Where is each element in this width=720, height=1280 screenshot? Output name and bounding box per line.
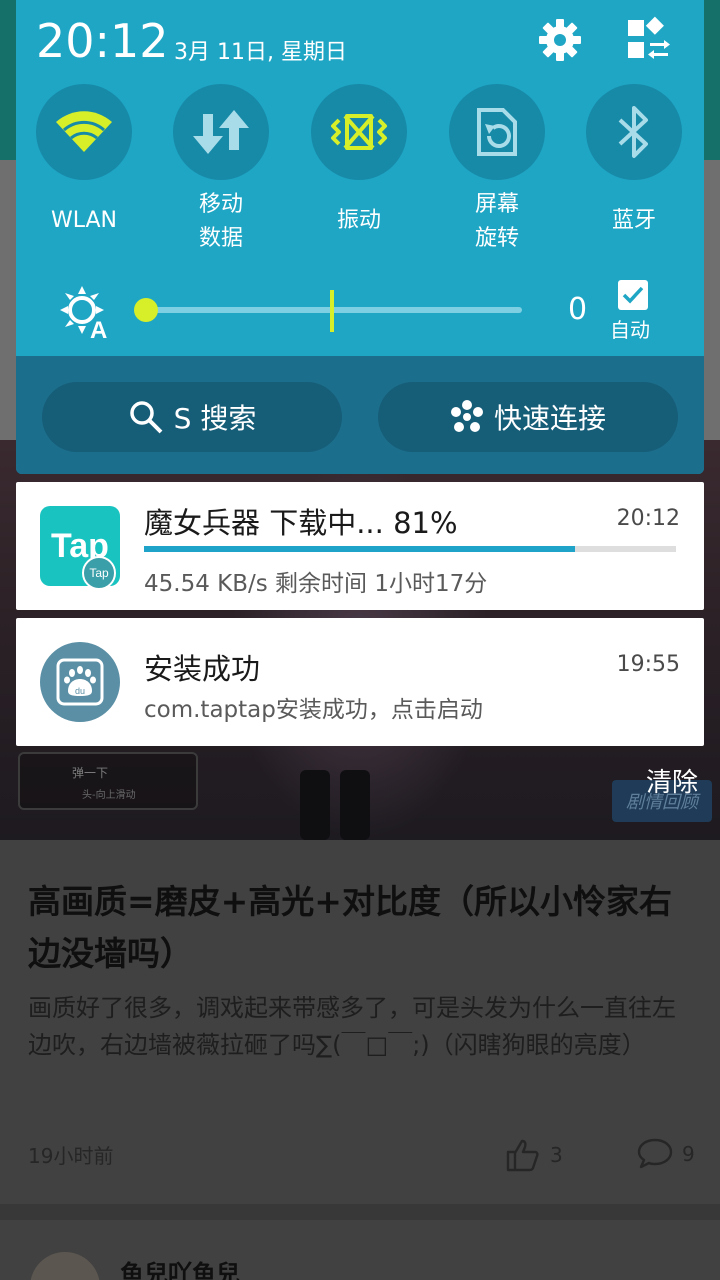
install-notification[interactable]: du 安装成功 19:55 com.taptap安装成功，点击启动: [16, 618, 704, 746]
download-progress-fill: [144, 546, 575, 552]
post-time: 19小时前: [28, 1144, 114, 1168]
toggle-rotate-label-2: 旋转: [474, 226, 519, 251]
s-search-label: S 搜索: [173, 402, 257, 435]
like-count: 3: [550, 1143, 563, 1167]
toggle-mobile-data-label-1: 移动: [198, 192, 243, 217]
settings-button[interactable]: [536, 16, 584, 64]
screen-rotation-icon: [477, 108, 517, 156]
toggle-mobile-data[interactable]: 移动 数据: [161, 84, 281, 251]
svg-text:du: du: [75, 686, 85, 696]
toggle-bluetooth-circle: [586, 84, 682, 180]
post-title[interactable]: 高画质=磨皮+高光+对比度（所以小怜家右边没墙吗）: [28, 876, 698, 980]
quick-connect-label: 快速连接: [493, 402, 606, 435]
wifi-icon: [56, 111, 112, 152]
edit-toggles-button[interactable]: [624, 16, 672, 64]
install-message: com.taptap安装成功，点击启动: [144, 697, 483, 723]
toggle-rotate[interactable]: 屏幕 旋转: [437, 84, 557, 251]
toggle-vibrate-label: 振动: [336, 208, 381, 233]
toggle-wlan[interactable]: WLAN: [24, 84, 144, 233]
toggle-rotate-label-1: 屏幕: [474, 192, 519, 217]
character-leg: [300, 770, 330, 840]
download-notification[interactable]: Tap 魔女兵器 下载中... 81% 20:12 45.54 KB/s 剩余时…: [16, 482, 704, 610]
character-leg: [340, 770, 370, 840]
brightness-slider[interactable]: [146, 307, 522, 313]
brightness-slider-thumb[interactable]: [134, 298, 158, 322]
grid-edit-icon: [628, 16, 670, 59]
baidu-app-icon: du: [40, 642, 120, 722]
s-search-button[interactable]: S 搜索: [42, 382, 342, 452]
comment-icon: [637, 1138, 673, 1169]
brightness-value: 0: [568, 292, 588, 327]
status-clock: 20:12: [36, 14, 169, 68]
auto-brightness-icon: A: [58, 284, 114, 344]
thumbs-up-icon: [506, 1139, 539, 1172]
checkmark-icon: [622, 286, 644, 304]
search-icon: [129, 401, 163, 434]
download-title: 魔女兵器 下载中... 81%: [144, 506, 458, 540]
game-hint-sub: 头-向上滑动: [82, 790, 136, 801]
notification-shade: 20:12 3月 11日, 星期日 WLAN 移动 数据 振动 屏幕 旋转 蓝牙…: [16, 0, 704, 474]
vibrate-icon: [331, 114, 387, 150]
toggle-mobile-data-circle: [173, 84, 269, 180]
download-speed: 45.54 KB/s 剩余时间 1小时17分: [144, 571, 488, 597]
clear-button[interactable]: 清除: [646, 762, 698, 799]
toggle-wlan-circle: [36, 84, 132, 180]
svg-text:A: A: [90, 317, 107, 340]
download-time: 20:12: [616, 506, 680, 531]
game-hint-title: 弹一下: [72, 766, 109, 780]
like-button[interactable]: 3: [504, 1136, 563, 1174]
toggle-vibrate[interactable]: 振动: [299, 84, 419, 233]
auto-brightness-label: 自动: [610, 318, 650, 342]
game-hint-box: [18, 752, 198, 810]
toggle-vibrate-circle: [311, 84, 407, 180]
data-arrows-icon: [193, 110, 249, 154]
post-body[interactable]: 画质好了很多，调戏起来带感多了，可是头发为什么一直往左边吹，右边墙被薇拉砸了吗∑…: [28, 990, 698, 1064]
status-date: 3月 11日, 星期日: [174, 40, 347, 65]
comment-button[interactable]: 9: [636, 1136, 695, 1172]
comment-count: 9: [682, 1142, 695, 1166]
taptap-badge-icon: Tap: [82, 556, 116, 590]
bluetooth-icon: [618, 106, 648, 158]
toggle-wlan-label: WLAN: [50, 208, 118, 233]
next-post-username[interactable]: 鱼兒吖鱼兒: [120, 1254, 240, 1280]
brightness-auto-marker: [330, 290, 334, 332]
toggle-mobile-data-label-2: 数据: [198, 226, 243, 251]
install-title: 安装成功: [144, 652, 261, 686]
toggle-rotate-circle: [449, 84, 545, 180]
gear-icon: [539, 19, 581, 61]
quick-connect-icon: [450, 400, 483, 432]
download-progress-bar: [144, 546, 676, 552]
toggle-bluetooth[interactable]: 蓝牙: [574, 84, 694, 233]
feed-divider: [0, 1204, 720, 1220]
auto-brightness-checkbox[interactable]: [618, 280, 648, 310]
install-time: 19:55: [616, 652, 680, 677]
toggle-bluetooth-label: 蓝牙: [611, 208, 656, 233]
quick-connect-button[interactable]: 快速连接: [378, 382, 678, 452]
